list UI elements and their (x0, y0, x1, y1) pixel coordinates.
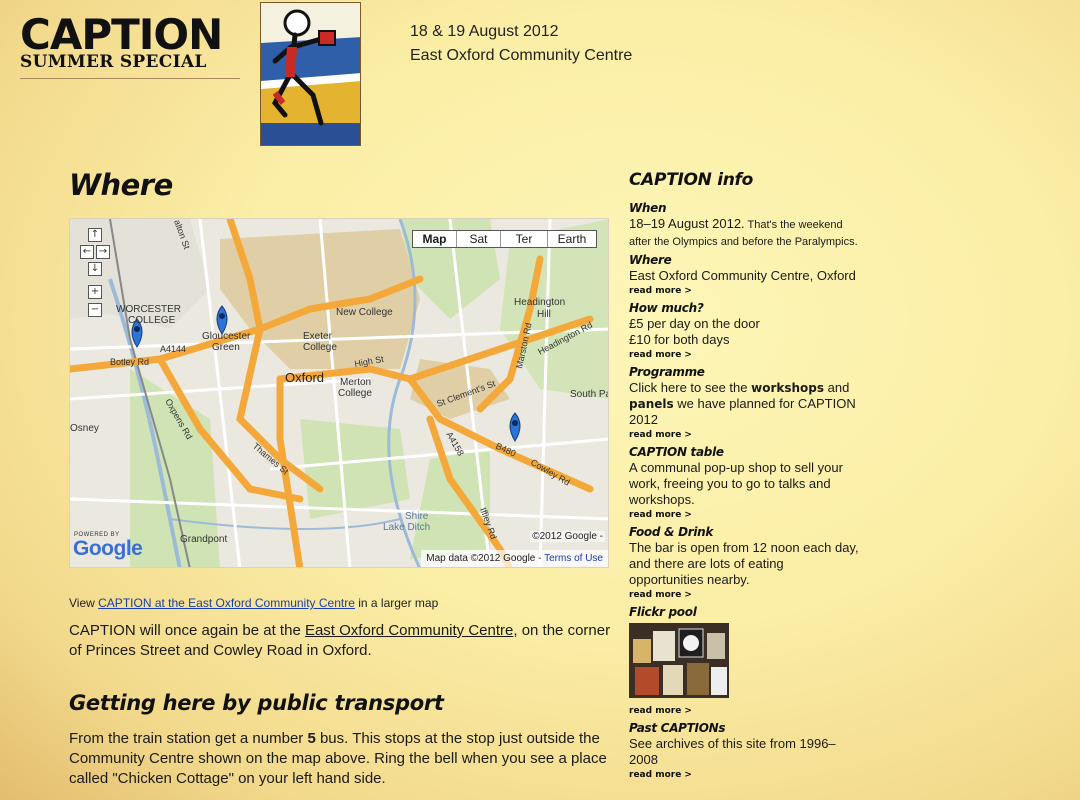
logo-divider (20, 78, 240, 79)
read-more-link[interactable]: read more > (629, 704, 859, 718)
map-data-text: Map data ©2012 Google - (426, 553, 542, 564)
workshops-keyword: workshops (751, 381, 825, 395)
info-body: Click here to see the workshops and pane… (629, 380, 859, 428)
location-paragraph: CAPTION will once again be at the East O… (69, 621, 614, 661)
map-label: Headington (514, 297, 565, 308)
panels-keyword: panels (629, 397, 674, 411)
map-label: College (338, 388, 372, 399)
map-data-attribution: Map data ©2012 Google - Terms of Use (421, 550, 608, 567)
map-label: Gloucester (202, 331, 251, 342)
info-title: Programme (629, 365, 705, 379)
view-larger-map: View CAPTION at the East Oxford Communit… (69, 596, 614, 610)
info-title: How much? (629, 301, 704, 315)
sidebar-title: CAPTION info (629, 170, 754, 190)
site-logo[interactable]: CAPTION SUMMER SPECIAL (20, 10, 242, 79)
read-more-link[interactable]: read more > (629, 284, 859, 298)
info-programme: Programme Click here to see the workshop… (629, 365, 859, 442)
map-label: College (303, 342, 337, 353)
map-label: Osney (70, 423, 99, 434)
map-label: Lake Ditch (383, 522, 430, 533)
info-title: Flickr pool (629, 605, 697, 619)
info-text: and (824, 380, 850, 395)
read-more-link[interactable]: read more > (629, 768, 859, 782)
transport-heading: Getting here by public transport (69, 691, 444, 715)
flickr-thumbnail[interactable] (629, 623, 729, 698)
info-text: 18–19 August 2012. (629, 216, 745, 231)
map-label: Exeter (303, 331, 333, 342)
info-caption-table: CAPTION table A communal pop-up shop to … (629, 445, 859, 522)
map-type-sat-button[interactable]: Sat (457, 231, 501, 247)
read-more-link[interactable]: read more > (629, 428, 859, 442)
read-more-link[interactable]: read more > (629, 588, 859, 602)
info-body: See archives of this site from 1996–2008 (629, 736, 836, 767)
info-body: A communal pop-up shop to sell your work… (629, 460, 843, 507)
para-text: From the train station get a number (69, 730, 308, 747)
google-logo[interactable]: Google (73, 537, 143, 561)
google-wordmark: Google (73, 537, 143, 560)
info-body: £5 per day on the door (629, 316, 760, 331)
map-type-earth-button[interactable]: Earth (548, 231, 596, 247)
event-info: 18 & 19 August 2012 East Oxford Communit… (410, 20, 632, 68)
page-title: Where (69, 168, 173, 202)
map-label: Grandpont (180, 534, 227, 545)
pan-down-button[interactable]: ↓ (88, 262, 102, 276)
map-label: Botley Rd (110, 357, 149, 367)
map-label: New College (336, 307, 393, 318)
zoom-out-button[interactable]: − (88, 303, 102, 317)
venue-link[interactable]: East Oxford Community Centre (305, 622, 513, 639)
map-label: Shire (405, 511, 429, 522)
pan-left-button[interactable]: ← (80, 245, 94, 259)
zoom-in-button[interactable]: + (88, 285, 102, 299)
info-how-much: How much? £5 per day on the door £10 for… (629, 301, 859, 362)
info-title: Past CAPTIONs (629, 721, 726, 735)
info-text: Click here to see the (629, 380, 752, 395)
map-type-map-button[interactable]: Map (413, 231, 457, 247)
view-suffix: in a larger map (354, 596, 439, 610)
info-body: 18–19 August 2012. That's the weekend af… (629, 216, 859, 250)
info-where: Where East Oxford Community Centre, Oxfo… (629, 253, 859, 298)
info-title: Where (629, 253, 672, 267)
map-label: Hill (537, 309, 551, 320)
para-text: CAPTION will once again be at the (69, 622, 305, 639)
event-venue: East Oxford Community Centre (410, 47, 633, 64)
transport-paragraph: From the train station get a number 5 bu… (69, 729, 614, 789)
info-title: Food & Drink (629, 525, 714, 539)
info-body: East Oxford Community Centre, Oxford (629, 268, 856, 283)
map-type-switcher: Map Sat Ter Earth (412, 230, 597, 248)
sidebar: CAPTION info When 18–19 August 2012. Tha… (629, 170, 859, 785)
pan-right-button[interactable]: → (96, 245, 110, 259)
map-canvas[interactable]: WORCESTER COLLEGE Gloucester Green New C… (70, 219, 609, 568)
info-flickr: Flickr pool read more > (629, 605, 859, 718)
info-title: CAPTION table (629, 445, 724, 459)
terms-of-use-link[interactable]: Terms of Use (544, 553, 603, 564)
read-more-link[interactable]: read more > (629, 508, 859, 522)
map-label: Green (212, 342, 240, 353)
google-map[interactable]: WORCESTER COLLEGE Gloucester Green New C… (69, 218, 609, 568)
map-label: COLLEGE (128, 315, 176, 326)
read-more-link[interactable]: read more > (629, 348, 859, 362)
info-past-captions: Past CAPTIONs See archives of this site … (629, 721, 859, 782)
bus-number: 5 (307, 730, 316, 747)
larger-map-link[interactable]: CAPTION at the East Oxford Community Cen… (98, 596, 355, 610)
map-type-terrain-button[interactable]: Ter (501, 231, 548, 247)
event-date: 18 & 19 August 2012 (410, 23, 559, 40)
map-label: A4144 (160, 344, 186, 354)
map-label: South Pa (570, 389, 609, 400)
info-body: The bar is open from 12 noon each day, a… (629, 540, 859, 587)
map-label-city: Oxford (285, 370, 324, 385)
main-content: Where WORCESTER COLLEGE Gloucester Green… (69, 168, 614, 789)
info-food-drink: Food & Drink The bar is open from 12 noo… (629, 525, 859, 602)
map-label: Merton (340, 377, 371, 388)
info-title: When (629, 201, 667, 215)
pan-up-button[interactable]: ↑ (88, 228, 102, 242)
info-body: £10 for both days (629, 332, 730, 347)
info-when: When 18–19 August 2012. That's the weeke… (629, 201, 859, 250)
logo-title: CAPTION (20, 10, 223, 59)
view-prefix: View (69, 596, 99, 610)
map-copyright: ©2012 Google - (530, 531, 605, 542)
map-label: WORCESTER (116, 304, 181, 315)
event-poster-image (260, 2, 361, 146)
